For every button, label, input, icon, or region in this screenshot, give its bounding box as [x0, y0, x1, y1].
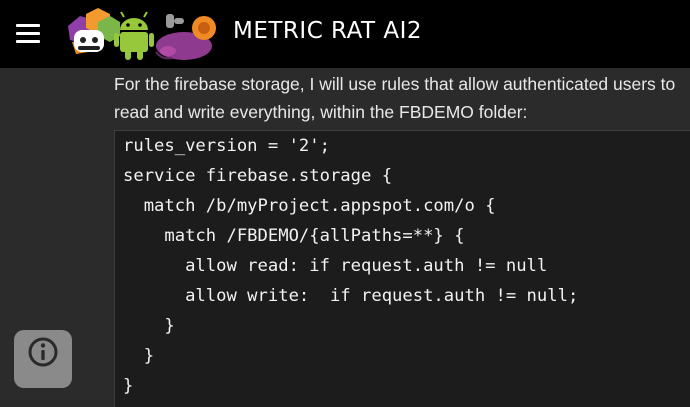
- site-title[interactable]: METRIC RAT AI2: [233, 18, 422, 44]
- intro-paragraph: For the firebase storage, I will use rul…: [114, 74, 676, 122]
- code-line: }: [123, 346, 155, 366]
- code-line: }: [123, 376, 134, 396]
- code-line: }: [123, 316, 175, 336]
- code-line: match /FBDEMO/{allPaths=**} {: [123, 226, 465, 246]
- code-block: rules_version = '2'; service firebase.st…: [114, 130, 690, 407]
- code-line: allow write: if request.auth != null;: [123, 286, 579, 306]
- code-line: match /b/myProject.appspot.com/o {: [123, 196, 496, 216]
- hamburger-menu-icon[interactable]: [16, 24, 40, 44]
- info-button[interactable]: [14, 330, 72, 388]
- code-line: rules_version = '2';: [123, 136, 330, 156]
- metric-rat-logo-icon[interactable]: [58, 6, 218, 64]
- post-content: For the firebase storage, I will use rul…: [0, 68, 690, 407]
- site-header: METRIC RAT AI2: [0, 0, 690, 68]
- info-icon: [28, 337, 58, 367]
- code-line: allow read: if request.auth != null: [123, 256, 548, 276]
- page: METRIC RAT AI2 For the firebase storage,…: [0, 0, 690, 407]
- code-line: service firebase.storage {: [123, 166, 393, 186]
